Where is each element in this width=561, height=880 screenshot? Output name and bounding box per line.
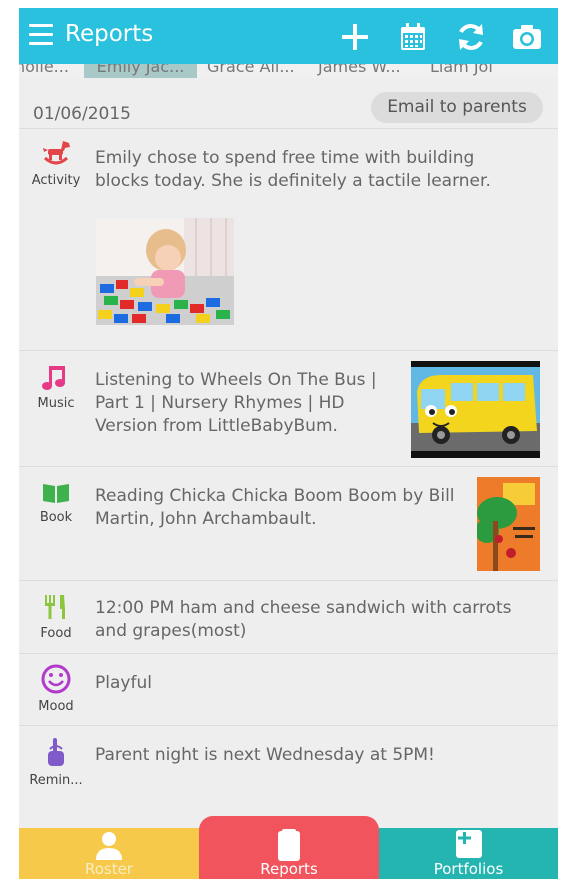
- roster-tab[interactable]: nolle...: [19, 64, 69, 78]
- clipboard-icon: [278, 829, 300, 861]
- category-label: Activity: [31, 173, 81, 188]
- nav-label: Roster: [84, 860, 134, 878]
- add-icon[interactable]: [339, 21, 371, 53]
- roster-tab[interactable]: James W...: [318, 64, 401, 78]
- report-entry-book[interactable]: Book Reading Chicka Chicka Boom Boom by …: [19, 466, 558, 581]
- calendar-icon[interactable]: [397, 21, 429, 53]
- nav-label: Reports: [260, 860, 318, 878]
- roster-tab-selected[interactable]: Emily Jac...: [84, 64, 197, 78]
- entry-text: 12:00 PM ham and cheese sandwich with ca…: [95, 598, 512, 641]
- reminder-finger-icon: [48, 738, 64, 766]
- report-entry-reminder[interactable]: Remin... Parent night is next Wednesday …: [19, 725, 558, 806]
- entry-text: Playful: [95, 673, 152, 693]
- entry-text: Emily chose to spend free time with buil…: [95, 148, 491, 191]
- book-cover-image: [477, 477, 540, 571]
- rocking-horse-icon: [43, 141, 70, 165]
- smiley-face-icon: [41, 664, 71, 694]
- refresh-icon[interactable]: [455, 21, 487, 53]
- roster-tab[interactable]: Grace All...: [207, 64, 295, 78]
- category-label: Music: [37, 396, 75, 411]
- nav-roster[interactable]: Roster: [19, 828, 199, 879]
- entry-text: Listening to Wheels On The Bus | Part 1 …: [95, 370, 377, 436]
- activity-photo[interactable]: [96, 218, 234, 325]
- report-date: 01/06/2015: [33, 104, 131, 124]
- nav-reports[interactable]: Reports: [199, 816, 379, 879]
- category-label: Mood: [38, 699, 74, 714]
- category-food: Food: [19, 593, 93, 641]
- report-entry-music[interactable]: Music Listening to Wheels On The Bus | P…: [19, 350, 558, 467]
- nav-portfolios[interactable]: Portfolios: [379, 828, 558, 879]
- category-label: Remin...: [29, 773, 83, 788]
- book-cover-thumbnail[interactable]: [477, 477, 540, 571]
- category-mood: Mood: [19, 664, 93, 714]
- report-entry-mood[interactable]: Mood Playful: [19, 653, 558, 726]
- category-book: Book: [19, 481, 93, 525]
- entry-text: Reading Chicka Chicka Boom Boom by Bill …: [95, 486, 455, 529]
- camera-icon[interactable]: [511, 21, 543, 53]
- nav-label: Portfolios: [433, 860, 504, 878]
- yellow-bus-image: [411, 361, 540, 458]
- page-title: Reports: [65, 21, 154, 47]
- app-window: Reports nolle... Emily Jac... Grace All.…: [19, 8, 558, 879]
- child-with-blocks-image: [96, 218, 234, 325]
- roster-tab-strip: nolle... Emily Jac... Grace All... James…: [19, 64, 558, 78]
- category-reminder: Remin...: [19, 736, 93, 788]
- category-label: Book: [39, 510, 73, 525]
- music-note-icon: [42, 366, 65, 390]
- open-book-icon: [43, 484, 69, 503]
- entry-text: Parent night is next Wednesday at 5PM!: [95, 745, 435, 765]
- category-music: Music: [19, 363, 93, 411]
- category-activity: Activity: [19, 138, 93, 188]
- email-to-parents-button[interactable]: Email to parents: [371, 92, 543, 123]
- report-entry-activity[interactable]: Activity Emily chose to spend free time …: [19, 128, 558, 351]
- menu-icon[interactable]: [29, 24, 53, 46]
- report-content: 01/06/2015 Email to parents Activity Emi…: [19, 78, 558, 816]
- report-entry-food[interactable]: Food 12:00 PM ham and cheese sandwich wi…: [19, 580, 558, 654]
- roster-tab[interactable]: Liam Joi: [430, 64, 493, 78]
- fork-knife-icon: [45, 595, 65, 619]
- category-label: Food: [40, 626, 72, 641]
- top-app-bar: Reports: [19, 8, 558, 64]
- bottom-navigation: Roster Reports Portfolios: [19, 816, 558, 879]
- music-video-thumbnail[interactable]: [411, 361, 540, 458]
- person-icon: [96, 832, 122, 860]
- portfolio-icon: [455, 830, 482, 858]
